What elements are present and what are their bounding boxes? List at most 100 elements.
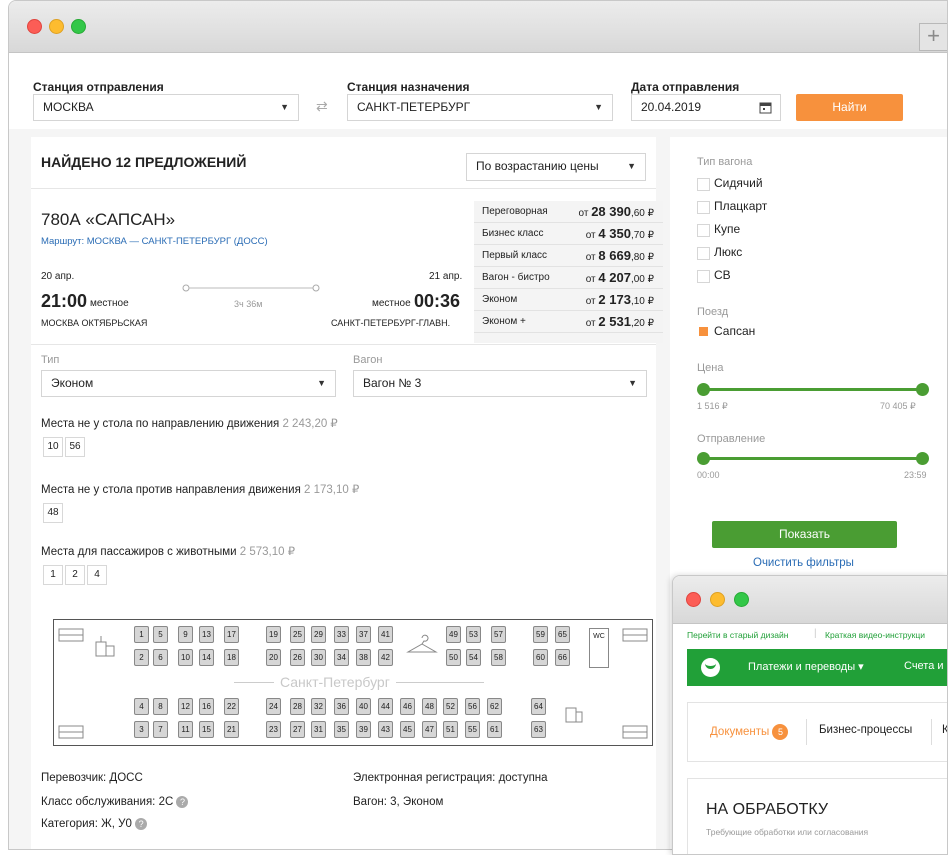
car-type-checkbox[interactable] [697, 224, 710, 237]
seat-36[interactable]: 36 [334, 698, 349, 715]
departure-max-handle[interactable] [916, 452, 929, 465]
class-row[interactable]: Переговорная от 28 390,60 ₽ [474, 201, 663, 223]
help-icon[interactable]: ? [176, 796, 189, 808]
seat-57[interactable]: 57 [491, 626, 506, 643]
seat-62[interactable]: 62 [487, 698, 502, 715]
seat-33[interactable]: 33 [334, 626, 349, 643]
seat-42[interactable]: 42 [378, 649, 393, 666]
seat-38[interactable]: 38 [356, 649, 371, 666]
seat-19[interactable]: 19 [266, 626, 281, 643]
seat-5[interactable]: 5 [153, 626, 168, 643]
seat-24[interactable]: 24 [266, 698, 281, 715]
seat-18[interactable]: 18 [224, 649, 239, 666]
seat-64[interactable]: 64 [531, 698, 546, 715]
seat-12[interactable]: 12 [178, 698, 193, 715]
date-input[interactable]: 20.04.2019 [631, 94, 781, 121]
seat-10[interactable]: 10 [178, 649, 193, 666]
seat-30[interactable]: 30 [311, 649, 326, 666]
tab-business-processes[interactable]: Бизнес-процессы [819, 724, 912, 736]
calendar-icon[interactable] [759, 101, 772, 114]
seat-15[interactable]: 15 [199, 721, 214, 738]
seat-button[interactable]: 48 [43, 503, 63, 523]
car-type-checkbox[interactable] [697, 247, 710, 260]
seat-button[interactable]: 2 [65, 565, 85, 585]
seat-40[interactable]: 40 [356, 698, 371, 715]
class-row[interactable]: Вагон - бистро от 4 207,00 ₽ [474, 267, 663, 289]
departure-slider[interactable] [697, 452, 929, 465]
seat-39[interactable]: 39 [356, 721, 371, 738]
nav-accounts[interactable]: Счета и [904, 660, 944, 672]
seat-27[interactable]: 27 [290, 721, 305, 738]
seat-6[interactable]: 6 [153, 649, 168, 666]
seat-29[interactable]: 29 [311, 626, 326, 643]
maximize-window-button[interactable] [734, 592, 749, 607]
seat-58[interactable]: 58 [491, 649, 506, 666]
seat-7[interactable]: 7 [153, 721, 168, 738]
seat-50[interactable]: 50 [446, 649, 461, 666]
seat-21[interactable]: 21 [224, 721, 239, 738]
seat-17[interactable]: 17 [224, 626, 239, 643]
seat-47[interactable]: 47 [422, 721, 437, 738]
seat-34[interactable]: 34 [334, 649, 349, 666]
class-row[interactable]: Бизнес класс от 4 350,70 ₽ [474, 223, 663, 245]
find-button[interactable]: Найти [796, 94, 903, 121]
car-type-checkbox[interactable] [697, 201, 710, 214]
seat-28[interactable]: 28 [290, 698, 305, 715]
seat-13[interactable]: 13 [199, 626, 214, 643]
seat-46[interactable]: 46 [400, 698, 415, 715]
seat-4[interactable]: 4 [134, 698, 149, 715]
swap-stations-icon[interactable]: ⇄ [316, 98, 328, 115]
seat-59[interactable]: 59 [533, 626, 548, 643]
seat-37[interactable]: 37 [356, 626, 371, 643]
seat-44[interactable]: 44 [378, 698, 393, 715]
seat-11[interactable]: 11 [178, 721, 193, 738]
car-type-checkbox[interactable] [697, 178, 710, 191]
route-link[interactable]: Маршрут: МОСКВА — САНКТ-ПЕТЕРБУРГ (ДОСС) [41, 236, 268, 247]
seat-52[interactable]: 52 [443, 698, 458, 715]
close-window-button[interactable] [27, 19, 42, 34]
car-type-checkbox[interactable] [697, 270, 710, 283]
tab-k[interactable]: К [942, 724, 947, 736]
seat-45[interactable]: 45 [400, 721, 415, 738]
seat-49[interactable]: 49 [446, 626, 461, 643]
maximize-window-button[interactable] [71, 19, 86, 34]
seat-14[interactable]: 14 [199, 649, 214, 666]
seat-8[interactable]: 8 [153, 698, 168, 715]
seat-22[interactable]: 22 [224, 698, 239, 715]
seat-51[interactable]: 51 [443, 721, 458, 738]
seat-button[interactable]: 56 [65, 437, 85, 457]
video-link[interactable]: Краткая видео-инструкци [825, 630, 925, 640]
class-row[interactable]: Эконом + от 2 531,20 ₽ [474, 311, 663, 333]
to-select[interactable]: САНКТ-ПЕТЕРБУРГ ▼ [347, 94, 613, 121]
nav-payments[interactable]: Платежи и переводы ▾ [748, 660, 864, 673]
seat-3[interactable]: 3 [134, 721, 149, 738]
seat-1[interactable]: 1 [134, 626, 149, 643]
train-filter-checkbox[interactable] [699, 327, 708, 336]
close-window-button[interactable] [686, 592, 701, 607]
type-select[interactable]: Эконом ▼ [41, 370, 336, 397]
seat-button[interactable]: 10 [43, 437, 63, 457]
seat-23[interactable]: 23 [266, 721, 281, 738]
seat-66[interactable]: 66 [555, 649, 570, 666]
seat-63[interactable]: 63 [531, 721, 546, 738]
clear-filters-link[interactable]: Очистить фильтры [753, 557, 854, 569]
seat-65[interactable]: 65 [555, 626, 570, 643]
seat-43[interactable]: 43 [378, 721, 393, 738]
seat-54[interactable]: 54 [466, 649, 481, 666]
seat-26[interactable]: 26 [290, 649, 305, 666]
seat-20[interactable]: 20 [266, 649, 281, 666]
price-slider[interactable] [697, 383, 929, 396]
seat-41[interactable]: 41 [378, 626, 393, 643]
class-row[interactable]: Эконом от 2 173,10 ₽ [474, 289, 663, 311]
seat-32[interactable]: 32 [311, 698, 326, 715]
seat-56[interactable]: 56 [465, 698, 480, 715]
seat-9[interactable]: 9 [178, 626, 193, 643]
car-select[interactable]: Вагон № 3 ▼ [353, 370, 647, 397]
seat-61[interactable]: 61 [487, 721, 502, 738]
help-icon[interactable]: ? [135, 818, 148, 830]
minimize-window-button[interactable] [49, 19, 64, 34]
old-design-link[interactable]: Перейти в старый дизайн [687, 630, 788, 640]
seat-button[interactable]: 1 [43, 565, 63, 585]
seat-2[interactable]: 2 [134, 649, 149, 666]
new-tab-button[interactable]: + [919, 23, 947, 51]
